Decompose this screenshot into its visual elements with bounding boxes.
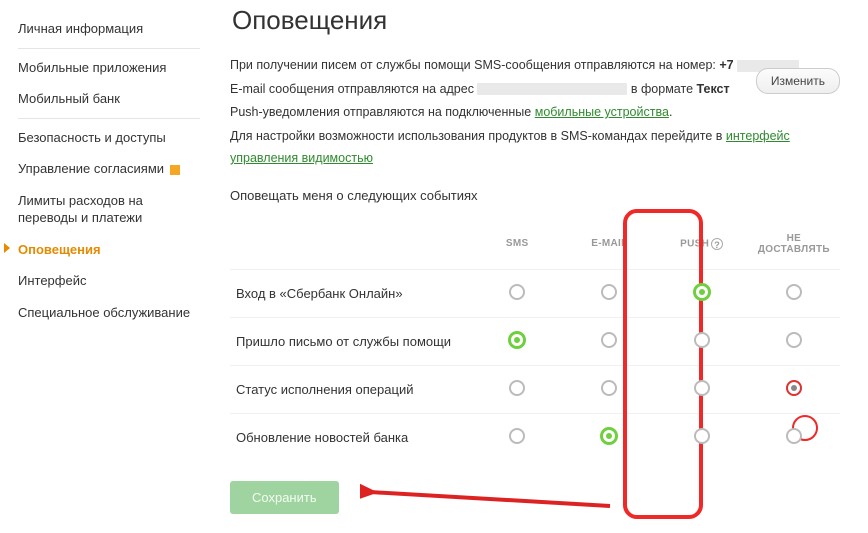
radio-push[interactable] xyxy=(694,284,710,300)
main-content: Оповещения Изменить При получении писем … xyxy=(200,0,868,524)
radio-sms[interactable] xyxy=(509,380,525,396)
table-row: Вход в «Сбербанк Онлайн» xyxy=(230,269,840,317)
radio-email[interactable] xyxy=(601,284,617,300)
warning-icon xyxy=(170,165,180,175)
save-button[interactable]: Сохранить xyxy=(230,481,339,514)
notifications-table: SMS E-MAIL PUSH? НЕ ДОСТАВЛЯТЬ Вход в «С… xyxy=(230,221,840,461)
intro-block: Изменить При получении писем от службы п… xyxy=(230,54,840,170)
radio-none[interactable] xyxy=(786,428,802,444)
radio-email[interactable] xyxy=(601,428,617,444)
sidebar-item-consents[interactable]: Управление согласиями xyxy=(18,150,200,182)
sidebar-item-personal[interactable]: Личная информация xyxy=(18,10,200,49)
radio-none[interactable] xyxy=(786,284,802,300)
sidebar-item-security[interactable]: Безопасность и доступы xyxy=(18,119,200,151)
col-push: PUSH? xyxy=(656,221,748,270)
change-button[interactable]: Изменить xyxy=(756,68,840,94)
radio-none[interactable] xyxy=(786,332,802,348)
event-label: Пришло письмо от службы помощи xyxy=(230,317,471,365)
radio-none[interactable] xyxy=(786,380,802,396)
email-redacted xyxy=(477,83,627,95)
radio-sms[interactable] xyxy=(509,284,525,300)
sidebar-item-mobile-bank[interactable]: Мобильный банк xyxy=(18,80,200,119)
page-title: Оповещения xyxy=(232,5,840,36)
sidebar-item-interface[interactable]: Интерфейс xyxy=(18,262,200,294)
sidebar-item-limits[interactable]: Лимиты расходов на переводы и платежи xyxy=(18,182,200,231)
col-none: НЕ ДОСТАВЛЯТЬ xyxy=(748,221,840,270)
radio-sms[interactable] xyxy=(509,428,525,444)
col-sms: SMS xyxy=(471,221,563,270)
annotation-arrow xyxy=(360,476,620,516)
event-label: Статус исполнения операций xyxy=(230,365,471,413)
radio-email[interactable] xyxy=(601,380,617,396)
col-email: E-MAIL xyxy=(563,221,655,270)
sidebar-item-special[interactable]: Специальное обслуживание xyxy=(18,294,200,326)
table-row: Пришло письмо от службы помощи xyxy=(230,317,840,365)
sidebar-item-notifications[interactable]: Оповещения xyxy=(18,231,200,263)
event-label: Вход в «Сбербанк Онлайн» xyxy=(230,269,471,317)
mobile-devices-link[interactable]: мобильные устройства xyxy=(535,105,669,119)
radio-push[interactable] xyxy=(694,332,710,348)
events-subtitle: Оповещать меня о следующих событиях xyxy=(230,188,840,203)
table-row: Статус исполнения операций xyxy=(230,365,840,413)
table-row: Обновление новостей банка xyxy=(230,413,840,461)
sidebar-item-mobile-apps[interactable]: Мобильные приложения xyxy=(18,49,200,81)
radio-sms[interactable] xyxy=(509,332,525,348)
radio-email[interactable] xyxy=(601,332,617,348)
radio-push[interactable] xyxy=(694,380,710,396)
sidebar: Личная информация Мобильные приложения М… xyxy=(0,0,200,524)
col-event xyxy=(230,221,471,270)
event-label: Обновление новостей банка xyxy=(230,413,471,461)
help-icon[interactable]: ? xyxy=(711,238,723,250)
radio-push[interactable] xyxy=(694,428,710,444)
